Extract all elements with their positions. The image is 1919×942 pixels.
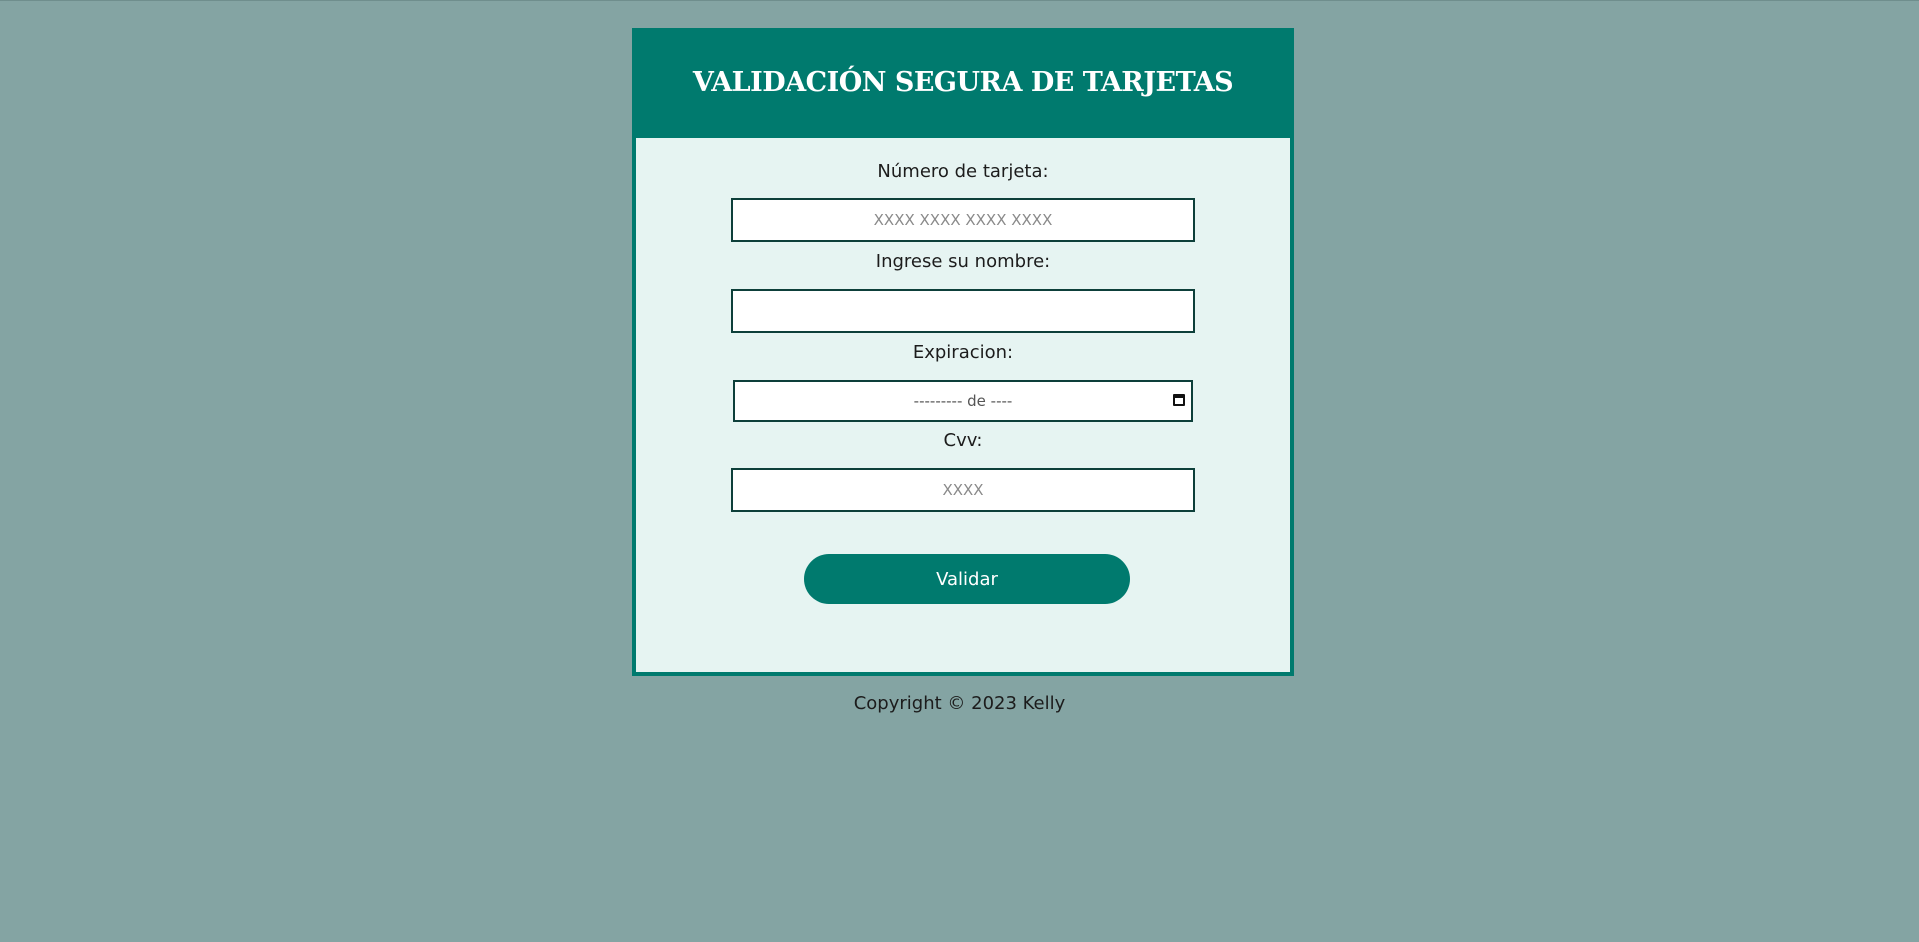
cvv-input[interactable] <box>731 468 1195 512</box>
footer-copyright: Copyright © 2023 Kelly <box>853 693 1066 714</box>
card-form: Número de tarjeta: Ingrese su nombre: Ex… <box>632 138 1294 676</box>
name-input[interactable] <box>731 289 1195 333</box>
calendar-icon[interactable] <box>1173 394 1185 406</box>
card-number-label: Número de tarjeta: <box>877 161 1049 182</box>
expiration-label: Expiracion: <box>912 342 1014 363</box>
expiration-date-input[interactable]: --------- de ---- <box>733 380 1193 422</box>
cvv-label: Cvv: <box>943 430 983 451</box>
card-number-input[interactable] <box>731 198 1195 242</box>
expiration-date-value: --------- de ---- <box>913 392 1013 410</box>
page-title: VALIDACIÓN SEGURA DE TARJETAS <box>692 66 1234 98</box>
validation-card: VALIDACIÓN SEGURA DE TARJETAS Número de … <box>632 28 1294 676</box>
card-header: VALIDACIÓN SEGURA DE TARJETAS <box>632 28 1294 138</box>
validate-button[interactable]: Validar <box>804 554 1130 604</box>
name-label: Ingrese su nombre: <box>875 251 1051 272</box>
